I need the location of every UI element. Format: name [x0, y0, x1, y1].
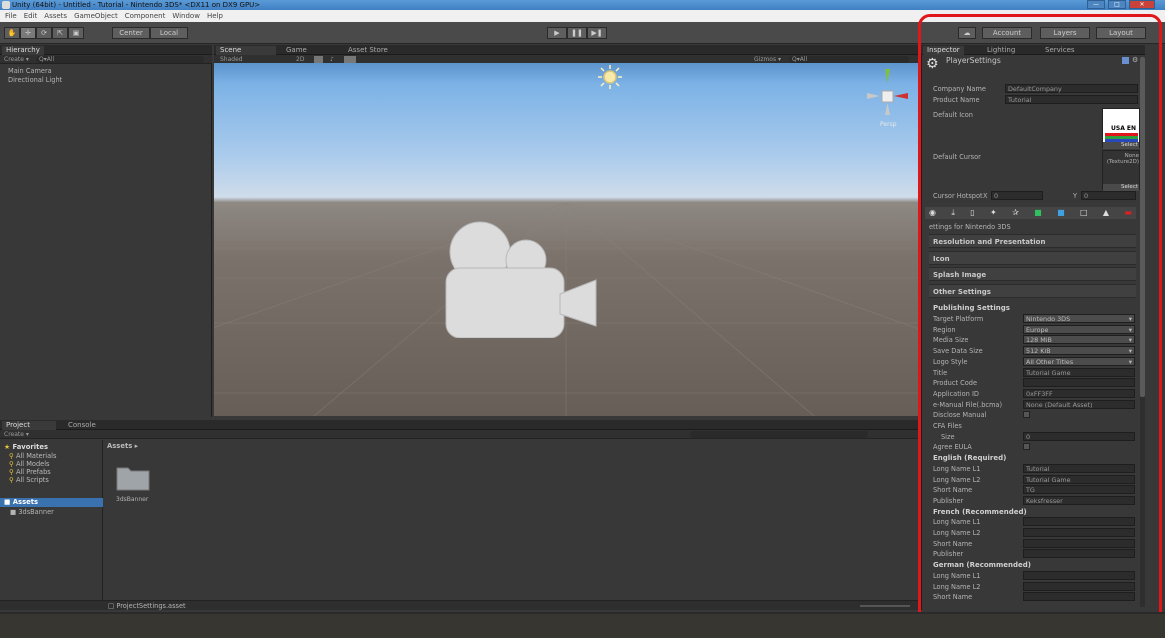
highlight-annotation [918, 14, 1162, 632]
rect-tool-button[interactable]: ▣ [68, 27, 84, 39]
icon-size-slider[interactable] [860, 605, 910, 607]
menu-help[interactable]: Help [207, 10, 223, 22]
persp-label[interactable]: Persp [880, 121, 897, 128]
window-title-bar: Unity (64bit) - Untitled - Tutorial - Ni… [0, 0, 1165, 10]
taskbar [0, 612, 1165, 638]
menu-component[interactable]: Component [125, 10, 166, 22]
tab-scene[interactable]: Scene [216, 46, 276, 55]
window-title: Unity (64bit) - Untitled - Tutorial - Ni… [12, 1, 261, 9]
tree-item-assets[interactable]: ■ Assets [0, 498, 103, 507]
menu-window[interactable]: Window [172, 10, 200, 22]
search-icon: ⚲ [9, 460, 14, 468]
center-pivot-button[interactable]: Center [112, 27, 150, 39]
star-icon: ★ [4, 443, 11, 451]
effects-toggle-icon[interactable] [344, 56, 356, 63]
hierarchy-panel: Hierarchy Create ▾ Q▾All Main Camera Dir… [0, 45, 212, 417]
scene-search-input[interactable]: Q▾All [789, 56, 909, 63]
search-icon: ⚲ [9, 468, 14, 476]
scene-view[interactable]: Persp [214, 63, 919, 416]
project-panel: Project Console Create ▾ ★ Favorites ⚲ A… [0, 420, 919, 610]
camera-gizmo-icon[interactable] [428, 218, 598, 338]
tree-item-3dsbanner[interactable]: ■ 3dsBanner [10, 508, 54, 516]
folder-icon: ■ [10, 508, 17, 516]
rotate-tool-button[interactable]: ⟳ [36, 27, 52, 39]
favorite-all-materials[interactable]: ⚲ All Materials [9, 452, 56, 460]
pause-button[interactable]: ❚❚ [567, 27, 587, 39]
menu-gameobject[interactable]: GameObject [74, 10, 118, 22]
assets-breadcrumb[interactable]: Assets ▸ [107, 442, 138, 450]
tab-hierarchy[interactable]: Hierarchy [2, 46, 44, 55]
favorite-all-models[interactable]: ⚲ All Models [9, 460, 49, 468]
hierarchy-item-main-camera[interactable]: Main Camera [8, 67, 52, 76]
status-file: □ ProjectSettings.asset [108, 602, 186, 610]
hand-tool-button[interactable]: ✋ [4, 27, 20, 39]
move-tool-button[interactable]: ✛ [20, 27, 36, 39]
hierarchy-search-input[interactable]: Q▾All [36, 56, 204, 63]
menu-file[interactable]: File [5, 10, 17, 22]
tab-console[interactable]: Console [64, 421, 100, 430]
favorite-all-prefabs[interactable]: ⚲ All Prefabs [9, 468, 51, 476]
folder-icon: ■ [4, 498, 11, 506]
scene-tab-bar: Scene Game Asset Store [214, 45, 919, 55]
favorite-all-scripts[interactable]: ⚲ All Scripts [9, 476, 49, 484]
tab-project[interactable]: Project [2, 421, 56, 430]
minimize-button[interactable]: — [1087, 0, 1105, 9]
favorites-header[interactable]: ★ Favorites [4, 443, 48, 451]
tab-asset-store[interactable]: Asset Store [344, 46, 392, 55]
folder-3dsbanner[interactable] [116, 463, 150, 491]
unity-logo-icon [2, 1, 10, 9]
project-create-button[interactable]: Create ▾ [4, 430, 29, 439]
menu-edit[interactable]: Edit [24, 10, 38, 22]
project-search-input[interactable] [690, 431, 868, 438]
project-status-bar: □ ProjectSettings.asset [0, 600, 919, 610]
lighting-toggle-icon[interactable] [314, 56, 323, 63]
file-icon: □ [108, 602, 115, 610]
directional-light-gizmo-icon[interactable] [595, 63, 625, 91]
step-button[interactable]: ▶❚ [587, 27, 607, 39]
close-button[interactable]: ✕ [1129, 0, 1155, 9]
local-global-button[interactable]: Local [150, 27, 188, 39]
tab-game[interactable]: Game [282, 46, 311, 55]
hierarchy-item-directional-light[interactable]: Directional Light [8, 76, 62, 85]
search-icon: ⚲ [9, 476, 14, 484]
menu-assets[interactable]: Assets [44, 10, 67, 22]
hierarchy-create-button[interactable]: Create ▾ [4, 55, 29, 64]
folder-label: 3dsBanner [116, 496, 149, 503]
orientation-gizmo-icon[interactable] [864, 67, 914, 129]
search-icon: ⚲ [9, 452, 14, 460]
project-tree: ★ Favorites ⚲ All Materials ⚲ All Models… [0, 440, 103, 610]
play-button[interactable]: ▶ [547, 27, 567, 39]
scale-tool-button[interactable]: ⇱ [52, 27, 68, 39]
maximize-button[interactable]: □ [1108, 0, 1126, 9]
folder-icon [116, 467, 150, 491]
